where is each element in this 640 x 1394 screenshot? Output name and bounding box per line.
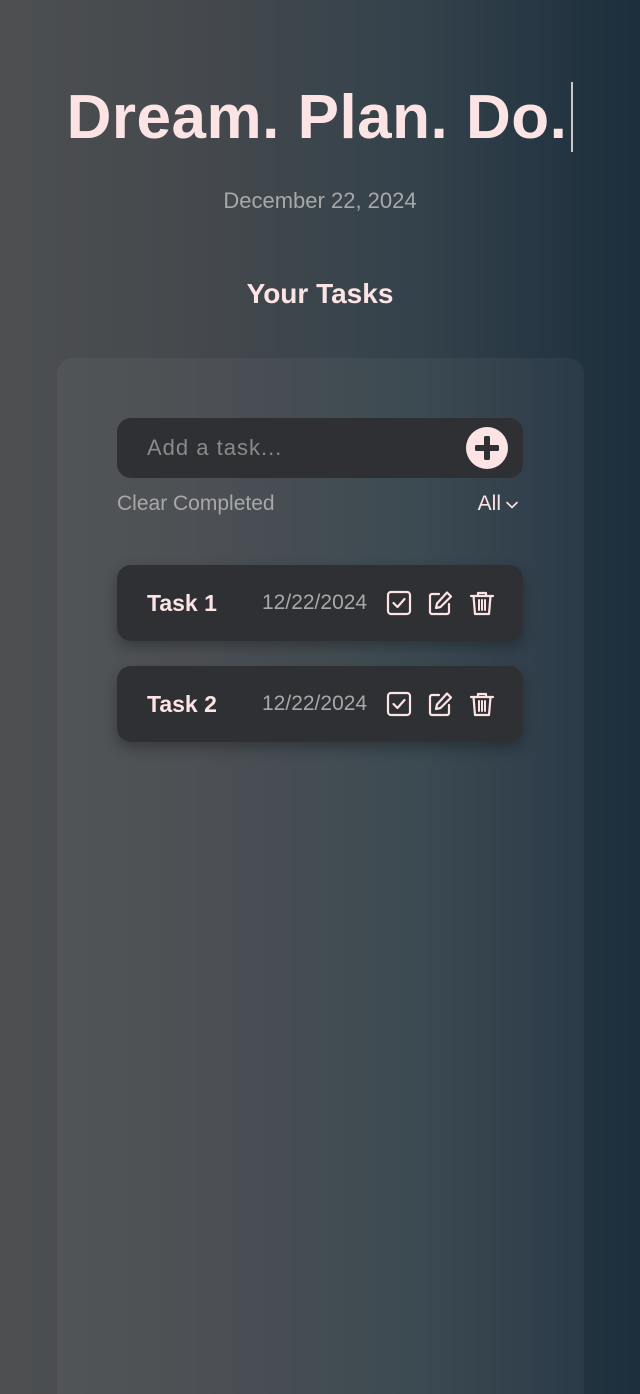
complete-task-button[interactable]	[385, 589, 413, 617]
filter-select[interactable]: All	[478, 492, 519, 516]
page-title: Dream. Plan. Do.	[0, 80, 640, 156]
tasks-panel: Clear Completed All Task 1 12/22/2024	[57, 358, 584, 1394]
task-item: Task 1 12/22/2024	[117, 565, 523, 641]
page-title-text: Dream. Plan. Do.	[66, 83, 568, 152]
add-task-bar	[117, 418, 523, 478]
filter-value: All	[477, 492, 501, 515]
chevron-down-icon	[506, 501, 518, 509]
trash-icon	[469, 692, 495, 717]
task-name: Task 2	[147, 691, 217, 717]
checkbox-checked-icon	[386, 590, 412, 616]
complete-task-button[interactable]	[385, 690, 413, 718]
clear-completed-button[interactable]: Clear Completed	[117, 492, 275, 516]
add-task-input[interactable]	[147, 418, 447, 478]
task-date: 12/22/2024	[262, 692, 368, 715]
task-item: Task 2 12/22/2024	[117, 666, 523, 742]
plus-circle-icon	[475, 436, 499, 460]
current-date: December 22, 2024	[223, 188, 417, 213]
delete-task-button[interactable]	[468, 690, 496, 718]
task-date: 12/22/2024	[262, 591, 368, 614]
delete-task-button[interactable]	[468, 589, 496, 617]
add-task-button[interactable]	[466, 427, 508, 469]
checkbox-checked-icon	[386, 691, 412, 717]
task-controls: Clear Completed All	[117, 492, 523, 522]
edit-task-button[interactable]	[426, 690, 454, 718]
edit-icon	[428, 591, 453, 616]
section-title: Your Tasks	[246, 278, 394, 309]
text-caret	[571, 82, 574, 152]
edit-task-button[interactable]	[426, 589, 454, 617]
task-name: Task 1	[147, 590, 217, 616]
trash-icon	[469, 591, 495, 616]
edit-icon	[428, 692, 453, 717]
